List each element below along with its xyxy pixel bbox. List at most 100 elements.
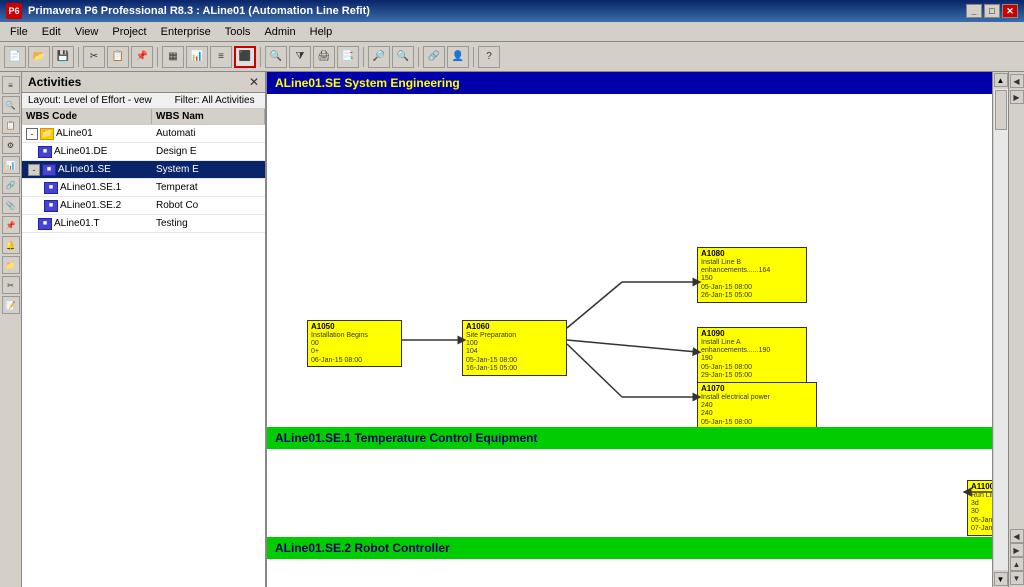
sidebar-icon-3[interactable]: 📋 xyxy=(2,116,20,134)
A1080-date2: 26-Jan-15 05:00 xyxy=(701,292,803,300)
tree-item-aline01-t[interactable]: ■ ALine01.T Testing xyxy=(22,215,265,233)
tree-item-aline01-se[interactable]: - ■ ALine01.SE System E xyxy=(22,161,265,179)
toolbar-zoom-out[interactable]: 🔍 xyxy=(392,46,414,68)
toolbar-grid[interactable]: ▦ xyxy=(162,46,184,68)
activity-box-A1050[interactable]: A1050 Installation Begins 00 0+ 06-Jan-1… xyxy=(307,320,402,367)
toolbar-search[interactable]: 🔍 xyxy=(265,46,287,68)
toolbar-link[interactable]: 🔗 xyxy=(423,46,445,68)
A1080-val: enhancements......164 xyxy=(701,267,803,275)
close-button[interactable]: ✕ xyxy=(1002,4,1018,18)
A1050-date: 06-Jan-15 08:00 xyxy=(311,357,398,365)
toolbar-open[interactable]: 📂 xyxy=(28,46,50,68)
right-sidebar: ◀ ▶ ◀ ▶ ▲ ▼ xyxy=(1008,72,1024,587)
sidebar-icon-12[interactable]: 📝 xyxy=(2,296,20,314)
title-bar-controls: _ □ ✕ xyxy=(966,4,1018,18)
left-sidebar: ≡ 🔍 📋 ⚙ 📊 🔗 📎 📌 🔔 📁 ✂ 📝 xyxy=(0,72,22,587)
filter-label: Filter: All Activities xyxy=(175,95,255,106)
expander-se[interactable]: - xyxy=(28,164,40,176)
A1070-title: A1070 xyxy=(701,384,813,394)
right-btn-4[interactable]: ▶ xyxy=(1010,543,1024,557)
tree-label-t: ALine01.T xyxy=(54,218,100,229)
toolbar-copy[interactable]: 📋 xyxy=(107,46,129,68)
toolbar-gantt[interactable]: ≡ xyxy=(210,46,232,68)
A1090-val2: 190 xyxy=(701,355,803,363)
tree-item-aline01-de[interactable]: ■ ALine01.DE Design E xyxy=(22,143,265,161)
layout-row: Layout: Level of Effort - vew Filter: Al… xyxy=(22,93,265,109)
scroll-up-button[interactable]: ▲ xyxy=(994,73,1008,87)
tree-name-se2: Robot Co xyxy=(152,200,265,211)
menu-enterprise[interactable]: Enterprise xyxy=(155,25,217,39)
A1080-name: Install Line B xyxy=(701,259,803,267)
right-btn-2[interactable]: ▶ xyxy=(1010,90,1024,104)
A1060-name: Site Preparation xyxy=(466,332,563,340)
scroll-down-button[interactable]: ▼ xyxy=(994,572,1008,586)
toolbar-report[interactable]: 📑 xyxy=(337,46,359,68)
panel-title: Activities xyxy=(28,75,81,89)
right-btn-6[interactable]: ▼ xyxy=(1010,571,1024,585)
menu-view[interactable]: View xyxy=(69,25,105,39)
toolbar-cut[interactable]: ✂ xyxy=(83,46,105,68)
minimize-button[interactable]: _ xyxy=(966,4,982,18)
chart-bg-se2 xyxy=(267,559,992,587)
chart-bg-se xyxy=(267,94,992,427)
sidebar-icon-11[interactable]: ✂ xyxy=(2,276,20,294)
menu-help[interactable]: Help xyxy=(304,25,339,39)
sidebar-icon-9[interactable]: 🔔 xyxy=(2,236,20,254)
activity-icon-t: ■ xyxy=(38,218,52,230)
toolbar-chart[interactable]: 📊 xyxy=(186,46,208,68)
A1070-val: 240 xyxy=(701,402,813,410)
expander-aline01[interactable]: - xyxy=(26,128,38,140)
toolbar-network[interactable]: ⬛ xyxy=(234,46,256,68)
activity-icon-se: ■ xyxy=(42,164,56,176)
toolbar-zoom-in[interactable]: 🔎 xyxy=(368,46,390,68)
A1090-date2: 29-Jan-15 05:00 xyxy=(701,372,803,380)
menu-admin[interactable]: Admin xyxy=(258,25,301,39)
activity-box-A1060[interactable]: A1060 Site Preparation 100 104 05-Jan-15… xyxy=(462,320,567,376)
tree-label-aline01: ALine01 xyxy=(56,128,93,139)
tree-name-se: System E xyxy=(152,164,265,175)
tree-body: - 📁 ALine01 Automati ■ ALine01.DE Design… xyxy=(22,125,265,587)
toolbar-filter[interactable]: ⧩ xyxy=(289,46,311,68)
sidebar-icon-4[interactable]: ⚙ xyxy=(2,136,20,154)
A1090-name: Install Line A xyxy=(701,339,803,347)
menu-file[interactable]: File xyxy=(4,25,34,39)
activity-icon-se2: ■ xyxy=(44,200,58,212)
tree-item-aline01-se2[interactable]: ■ ALine01.SE.2 Robot Co xyxy=(22,197,265,215)
right-btn-1[interactable]: ◀ xyxy=(1010,74,1024,88)
tree-item-aline01[interactable]: - 📁 ALine01 Automati xyxy=(22,125,265,143)
panel-close-button[interactable]: ✕ xyxy=(249,75,259,89)
toolbar-assign[interactable]: 👤 xyxy=(447,46,469,68)
sidebar-icon-5[interactable]: 📊 xyxy=(2,156,20,174)
sidebar-icon-10[interactable]: 📁 xyxy=(2,256,20,274)
tree-label-se: ALine01.SE xyxy=(58,164,111,175)
sidebar-icon-2[interactable]: 🔍 xyxy=(2,96,20,114)
menu-project[interactable]: Project xyxy=(106,25,152,39)
activity-box-A1080[interactable]: A1080 Install Line B enhancements......1… xyxy=(697,247,807,303)
tree-item-aline01-se1[interactable]: ■ ALine01.SE.1 Temperat xyxy=(22,179,265,197)
A1050-name: Installation Begins xyxy=(311,332,398,340)
A1060-date1: 05-Jan-15 08:00 xyxy=(466,357,563,365)
right-btn-3[interactable]: ◀ xyxy=(1010,529,1024,543)
tree-name-aline01: Automati xyxy=(152,128,265,139)
toolbar-save[interactable]: 💾 xyxy=(52,46,74,68)
restore-button[interactable]: □ xyxy=(984,4,1000,18)
toolbar-new[interactable]: 📄 xyxy=(4,46,26,68)
sidebar-icon-1[interactable]: ≡ xyxy=(2,76,20,94)
chart-area: ALine01.SE System Engineering ALine01.SE… xyxy=(267,72,1008,587)
se2-section-header: ALine01.SE.2 Robot Controller xyxy=(267,537,992,559)
scroll-thumb-v[interactable] xyxy=(995,90,1007,130)
toolbar-help[interactable]: ? xyxy=(478,46,500,68)
activity-box-A1090[interactable]: A1090 Install Line A enhancements......1… xyxy=(697,327,807,383)
tree-label-se1: ALine01.SE.1 xyxy=(60,182,121,193)
menu-tools[interactable]: Tools xyxy=(219,25,257,39)
sidebar-icon-6[interactable]: 🔗 xyxy=(2,176,20,194)
sidebar-icon-8[interactable]: 📌 xyxy=(2,216,20,234)
sidebar-icon-7[interactable]: 📎 xyxy=(2,196,20,214)
A1090-title: A1090 xyxy=(701,329,803,339)
toolbar-print[interactable]: 🖨 xyxy=(313,46,335,68)
right-btn-5[interactable]: ▲ xyxy=(1010,557,1024,571)
toolbar-sep-1 xyxy=(78,47,79,67)
toolbar-paste[interactable]: 📌 xyxy=(131,46,153,68)
menu-bar: File Edit View Project Enterprise Tools … xyxy=(0,22,1024,42)
menu-edit[interactable]: Edit xyxy=(36,25,67,39)
